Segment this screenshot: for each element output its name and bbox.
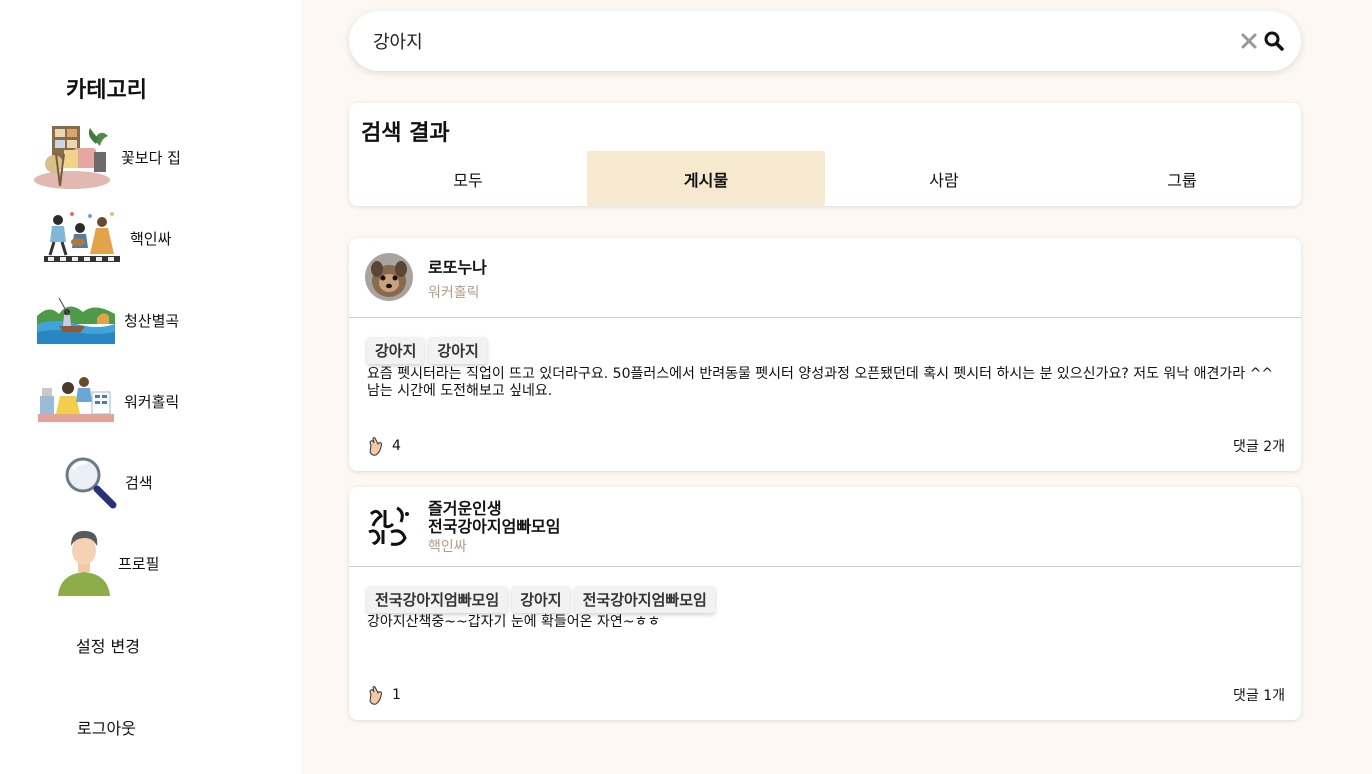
post-content: 요즘 펫시터라는 직업이 뜨고 있더라구요. 50플러스에서 반려동물 펫시터 … [367, 366, 1274, 399]
like-button[interactable]: 4 [366, 436, 401, 456]
sidebar: 카테고리 꽃보다 집 핵인싸 청산별곡 워커홀릭 검색 프로필 설정 변경 로그… [0, 0, 301, 774]
post-header: 즐거운인생 전국강아지엄빠모임 핵인싸 [349, 487, 1301, 567]
logout-link[interactable]: 로그아웃 [77, 715, 136, 739]
post-author-group[interactable]: 전국강아지엄빠모임 [428, 518, 560, 536]
comment-count[interactable]: 댓글 1개 [1233, 685, 1285, 705]
category-label: 꽃보다 집 [121, 148, 181, 167]
tab-groups[interactable]: 그룹 [1063, 151, 1301, 206]
like-count: 1 [392, 687, 401, 703]
comment-count[interactable]: 댓글 2개 [1233, 436, 1285, 456]
results-title: 검색 결과 [361, 121, 450, 146]
like-count: 4 [392, 438, 401, 454]
sidebar-title: 카테고리 [66, 78, 147, 103]
post-header: 로또누나 워커홀릭 [349, 238, 1301, 318]
category-label: 검색 [125, 473, 153, 492]
post-category[interactable]: 핵인싸 [428, 536, 467, 556]
avatar[interactable] [365, 502, 413, 550]
category-label: 프로필 [118, 554, 160, 573]
party-people-illustration-icon [44, 212, 120, 262]
like-button[interactable]: 1 [366, 685, 401, 705]
tab-all[interactable]: 모두 [349, 151, 587, 206]
category-item-profile[interactable]: 프로필 [58, 530, 159, 596]
post-card[interactable]: 즐거운인생 전국강아지엄빠모임 핵인싸 전국강아지엄빠모임 강아지 전국강아지엄… [349, 487, 1301, 720]
category-item-insider[interactable]: 핵인싸 [44, 210, 171, 266]
clap-hands-icon [369, 437, 382, 456]
category-label: 핵인싸 [130, 229, 172, 248]
post-tags: 강아지 강아지 [367, 337, 487, 364]
clap-hands-icon [369, 686, 382, 705]
avatar[interactable] [365, 253, 413, 301]
clear-icon[interactable] [1239, 31, 1259, 51]
category-label: 청산별곡 [124, 311, 180, 330]
category-item-nature[interactable]: 청산별곡 [37, 296, 179, 344]
tag-chip[interactable]: 전국강아지엄빠모임 [367, 586, 508, 613]
office-worker-illustration-icon [38, 377, 114, 422]
search-bar [349, 11, 1301, 71]
tab-people[interactable]: 사람 [825, 151, 1063, 206]
post-card[interactable]: 로또누나 워커홀릭 강아지 강아지 요즘 펫시터라는 직업이 뜨고 있더라구요.… [349, 238, 1301, 471]
post-content: 강아지산책중~~갑자기 눈에 확들어온 자연~ㅎㅎ [367, 614, 661, 630]
category-item-workaholic[interactable]: 워커홀릭 [38, 376, 179, 426]
house-plants-illustration-icon [34, 126, 110, 189]
tag-chip[interactable]: 강아지 [367, 337, 425, 364]
search-input[interactable] [373, 25, 1213, 57]
search-icon[interactable] [1263, 30, 1285, 52]
results-tabs: 모두 게시물 사람 그룹 [349, 151, 1301, 206]
tag-chip[interactable]: 강아지 [512, 586, 570, 613]
results-panel: 검색 결과 모두 게시물 사람 그룹 [349, 103, 1301, 206]
category-item-search[interactable]: 검색 [63, 455, 153, 509]
post-author[interactable]: 로또누나 [428, 259, 487, 277]
magnifier-illustration-icon [65, 457, 117, 509]
post-category[interactable]: 워커홀릭 [428, 282, 480, 302]
post-tags: 전국강아지엄빠모임 강아지 전국강아지엄빠모임 [367, 586, 715, 613]
calligraphy-avatar-icon [365, 502, 413, 550]
post-author-name[interactable]: 즐거운인생 [428, 500, 502, 518]
tag-chip[interactable]: 강아지 [429, 337, 487, 364]
dog-avatar-icon [365, 253, 413, 301]
category-item-flower-house[interactable]: 꽃보다 집 [34, 124, 181, 190]
fishing-landscape-illustration-icon [37, 297, 115, 344]
profile-person-illustration-icon [58, 530, 110, 596]
tag-chip[interactable]: 전국강아지엄빠모임 [574, 586, 715, 613]
settings-link[interactable]: 설정 변경 [76, 633, 140, 657]
tab-posts[interactable]: 게시물 [587, 151, 825, 206]
category-label: 워커홀릭 [124, 392, 180, 411]
